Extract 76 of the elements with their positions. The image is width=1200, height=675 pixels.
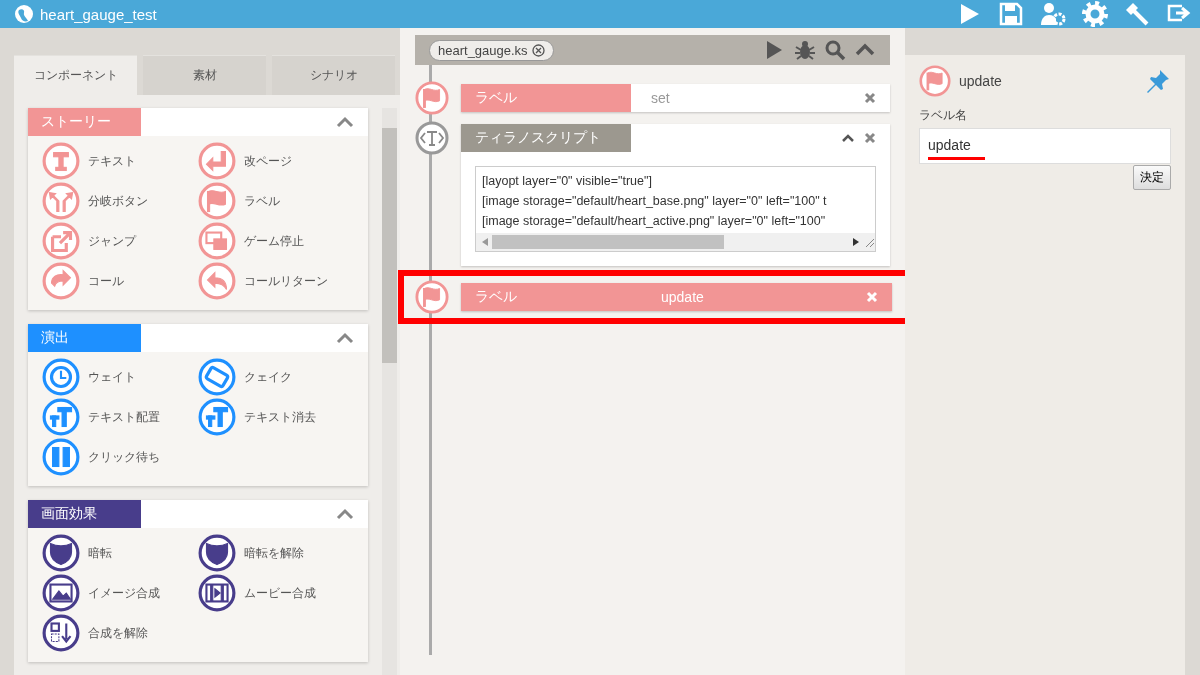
close-icon[interactable]: [864, 92, 876, 104]
chevron-up-icon[interactable]: [336, 508, 354, 520]
pin-icon[interactable]: [1145, 68, 1171, 94]
picture-icon[interactable]: [42, 574, 80, 612]
code-editor[interactable]: [layopt layer="0" visible="true"] [image storage="default/heart_base.png" layer="0" left="100" t [image storage="default/heart_active.png" layer="0" left="100": [475, 166, 876, 252]
chevron-up-icon[interactable]: [842, 133, 854, 143]
chevron-up-icon[interactable]: [336, 332, 354, 344]
file-tab[interactable]: heart_gauge.ks: [429, 39, 554, 61]
component-item[interactable]: コールリターン: [244, 272, 328, 290]
close-icon[interactable]: [864, 132, 876, 144]
flag-icon[interactable]: [415, 81, 449, 115]
tilted-phone-icon[interactable]: [198, 358, 236, 396]
code-line: [image storage="default/heart_active.png" layer="0" left="100": [482, 213, 827, 230]
code-line: [image storage="default/heart_base.png" layer="0" left="100" t: [482, 193, 828, 210]
window-title: heart_gauge_test: [40, 5, 157, 23]
flag-icon[interactable]: [198, 182, 236, 220]
field-label: ラベル名: [919, 107, 968, 124]
flag-icon[interactable]: [415, 280, 449, 314]
right-arrow-icon[interactable]: [853, 238, 859, 246]
pause-icon[interactable]: [42, 438, 80, 476]
label-value: set: [650, 90, 671, 106]
globe-logo-icon: [14, 4, 34, 24]
close-icon[interactable]: [531, 43, 545, 57]
component-item[interactable]: ゲーム停止: [244, 232, 304, 250]
t-letters-icon[interactable]: [42, 398, 80, 436]
component-item[interactable]: 合成を解除: [88, 624, 148, 642]
windows-icon[interactable]: [198, 222, 236, 260]
resize-grip-icon[interactable]: [863, 236, 875, 248]
panel-tab[interactable]: 素材: [143, 55, 266, 95]
clock-icon[interactable]: [42, 358, 80, 396]
component-item[interactable]: ムービー合成: [244, 584, 316, 602]
inspector-title: update: [959, 73, 1003, 89]
scrollbar-thumb[interactable]: [492, 235, 725, 249]
component-item[interactable]: 暗転: [88, 544, 112, 562]
confirm-button[interactable]: 決定: [1133, 165, 1171, 190]
component-item[interactable]: クリック待ち: [88, 448, 160, 466]
component-item[interactable]: 暗転を解除: [244, 544, 304, 562]
component-item[interactable]: テキスト消去: [244, 408, 316, 426]
shield-icon[interactable]: [198, 534, 236, 572]
letter-t-icon[interactable]: [42, 142, 80, 180]
label-name-field[interactable]: update: [919, 128, 1171, 164]
label-value: update: [660, 289, 705, 305]
component-item[interactable]: 分岐ボタン: [88, 192, 148, 210]
component-item[interactable]: コール: [88, 272, 124, 290]
component-item[interactable]: イメージ合成: [88, 584, 160, 602]
code-tag-icon[interactable]: [415, 121, 449, 155]
block-tag: ラベル: [461, 283, 631, 311]
flag-icon: [919, 65, 951, 97]
section-title[interactable]: 画面効果: [28, 500, 141, 528]
user-gear-icon[interactable]: [1040, 1, 1066, 27]
left-arrow-icon[interactable]: [482, 238, 488, 246]
component-item[interactable]: ジャンプ: [88, 232, 136, 250]
file-name[interactable]: heart_gauge.ks: [438, 42, 528, 58]
save-icon[interactable]: [998, 1, 1024, 27]
t-letters-icon[interactable]: [198, 398, 236, 436]
component-item[interactable]: テキスト: [88, 152, 136, 170]
code-line: [layopt layer="0" visible="true"]: [482, 173, 653, 190]
component-item[interactable]: ウェイト: [88, 368, 136, 386]
hammer-icon[interactable]: [1124, 1, 1150, 27]
chevron-up-icon[interactable]: [336, 116, 354, 128]
bug-icon[interactable]: [794, 39, 816, 61]
film-icon[interactable]: [198, 574, 236, 612]
component-item[interactable]: 改ページ: [244, 152, 292, 170]
block-tag: ラベル: [461, 84, 631, 112]
horizontal-scrollbar[interactable]: [476, 233, 875, 251]
scrollbar-thumb[interactable]: [382, 128, 397, 363]
component-item[interactable]: テキスト配置: [88, 408, 160, 426]
block-tag: ティラノスクリプト: [461, 124, 631, 152]
panel-tab[interactable]: コンポーネント: [14, 55, 137, 95]
search-icon[interactable]: [824, 39, 846, 61]
component-item[interactable]: クェイク: [244, 368, 292, 386]
settings-icon[interactable]: [1082, 1, 1108, 27]
component-item[interactable]: ラベル: [244, 192, 280, 210]
shield-icon[interactable]: [42, 534, 80, 572]
scrollbar[interactable]: [382, 108, 397, 675]
panel-tab[interactable]: シナリオ: [272, 55, 395, 95]
